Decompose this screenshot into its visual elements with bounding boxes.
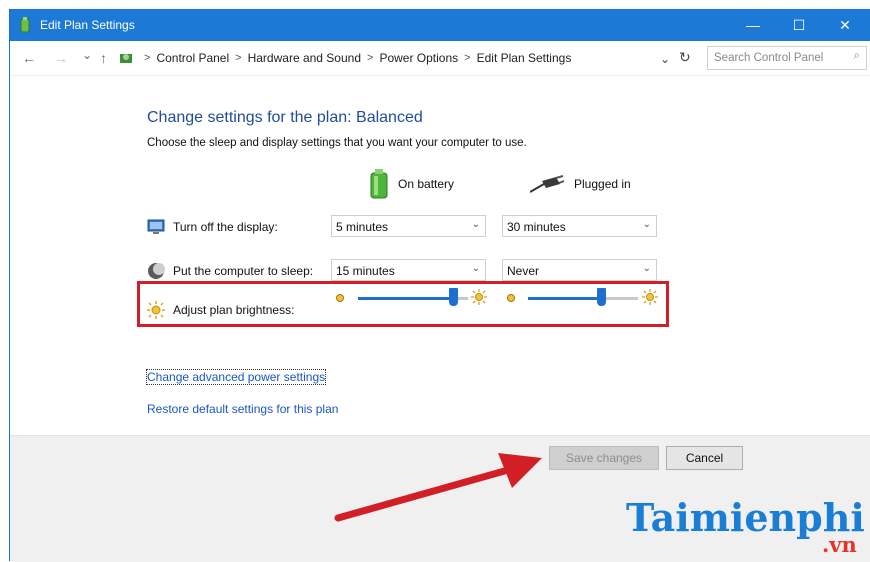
dim-brightness-icon (336, 294, 344, 302)
breadcrumb-separator-icon: > (464, 52, 471, 64)
breadcrumb-separator-icon: > (144, 52, 151, 64)
plan-settings-content: Change settings for the plan: Balanced C… (10, 75, 870, 435)
page-title: Change settings for the plan: Balanced (147, 109, 423, 126)
address-dropdown-icon[interactable]: ⌄ (660, 52, 670, 66)
address-toolbar: ← → ⌄ ↑ > Control Panel > Hardware and S… (10, 41, 870, 76)
sleep-battery-select[interactable]: 15 minutes ⌄ (331, 259, 486, 281)
chevron-down-icon: ⌄ (471, 263, 480, 274)
close-button[interactable]: ✕ (822, 9, 868, 41)
display-battery-select[interactable]: 5 minutes ⌄ (331, 215, 486, 237)
bright-brightness-icon (642, 289, 658, 305)
power-plug-icon (530, 175, 564, 193)
search-input[interactable]: Search Control Panel ⌕ (707, 46, 867, 70)
battery-icon (370, 169, 388, 199)
brightness-sun-icon (147, 301, 165, 319)
recent-locations-icon[interactable]: ⌄ (82, 48, 92, 62)
display-icon (147, 219, 165, 234)
breadcrumb-separator-icon: > (235, 52, 242, 64)
address-bar[interactable]: > Control Panel > Hardware and Sound > P… (118, 46, 698, 70)
search-placeholder: Search Control Panel (714, 52, 824, 64)
refresh-icon[interactable]: ↻ (679, 49, 691, 66)
sleep-plugged-value: Never (507, 264, 540, 278)
title-bar[interactable]: Edit Plan Settings — ☐ ✕ (10, 9, 870, 41)
slider-fill (528, 297, 601, 300)
change-advanced-power-settings-link[interactable]: Change advanced power settings (145, 369, 327, 385)
minimize-button[interactable]: — (730, 9, 776, 41)
cancel-button[interactable]: Cancel (666, 446, 743, 470)
column-header-on-battery: On battery (368, 169, 454, 199)
sleep-plugged-select[interactable]: Never ⌄ (502, 259, 657, 281)
on-battery-label: On battery (398, 177, 455, 191)
control-panel-icon (120, 54, 132, 63)
slider-fill (358, 297, 453, 300)
watermark-domain: .vn (822, 532, 857, 557)
annotation-arrow-icon (334, 453, 542, 522)
restore-default-settings-link[interactable]: Restore default settings for this plan (147, 402, 338, 416)
display-battery-value: 5 minutes (336, 220, 389, 234)
chevron-down-icon: ⌄ (642, 219, 651, 230)
column-header-plugged-in: Plugged in (530, 175, 631, 193)
plugged-in-label: Plugged in (574, 177, 631, 191)
put-computer-to-sleep-label: Put the computer to sleep: (173, 264, 314, 278)
window-title: Edit Plan Settings (40, 18, 135, 32)
slider-thumb[interactable] (449, 288, 458, 306)
page-description: Choose the sleep and display settings th… (147, 137, 527, 149)
chevron-down-icon: ⌄ (471, 219, 480, 230)
breadcrumb-control-panel[interactable]: Control Panel (156, 51, 229, 65)
maximize-button[interactable]: ☐ (776, 9, 822, 41)
bright-brightness-icon (471, 289, 487, 305)
slider-thumb[interactable] (597, 288, 606, 306)
breadcrumb-hardware-and-sound[interactable]: Hardware and Sound (248, 51, 361, 65)
breadcrumb-power-options[interactable]: Power Options (379, 51, 458, 65)
breadcrumb-separator-icon: > (367, 52, 374, 64)
sleep-setting-label: Put the computer to sleep: (147, 262, 313, 280)
sleep-moon-icon (148, 263, 165, 279)
turn-off-display-label: Turn off the display: (173, 220, 278, 234)
brightness-battery-slider[interactable] (358, 288, 468, 308)
dim-brightness-icon (507, 294, 515, 302)
display-plugged-select[interactable]: 30 minutes ⌄ (502, 215, 657, 237)
power-options-icon (20, 17, 30, 33)
back-arrow-icon[interactable]: ← (22, 50, 36, 66)
adjust-brightness-label: Adjust plan brightness: (173, 303, 295, 317)
sleep-battery-value: 15 minutes (336, 264, 395, 278)
up-arrow-icon[interactable]: ↑ (100, 50, 107, 66)
display-plugged-value: 30 minutes (507, 220, 566, 234)
save-changes-button[interactable]: Save changes (549, 446, 659, 470)
brightness-plugged-slider[interactable] (528, 288, 638, 308)
chevron-down-icon: ⌄ (642, 263, 651, 274)
display-setting-label: Turn off the display: (147, 218, 278, 236)
breadcrumb-edit-plan-settings[interactable]: Edit Plan Settings (477, 51, 572, 65)
forward-arrow-icon[interactable]: → (54, 50, 68, 66)
search-icon[interactable]: ⌕ (854, 50, 860, 63)
brightness-setting-label: Adjust plan brightness: (147, 301, 294, 319)
